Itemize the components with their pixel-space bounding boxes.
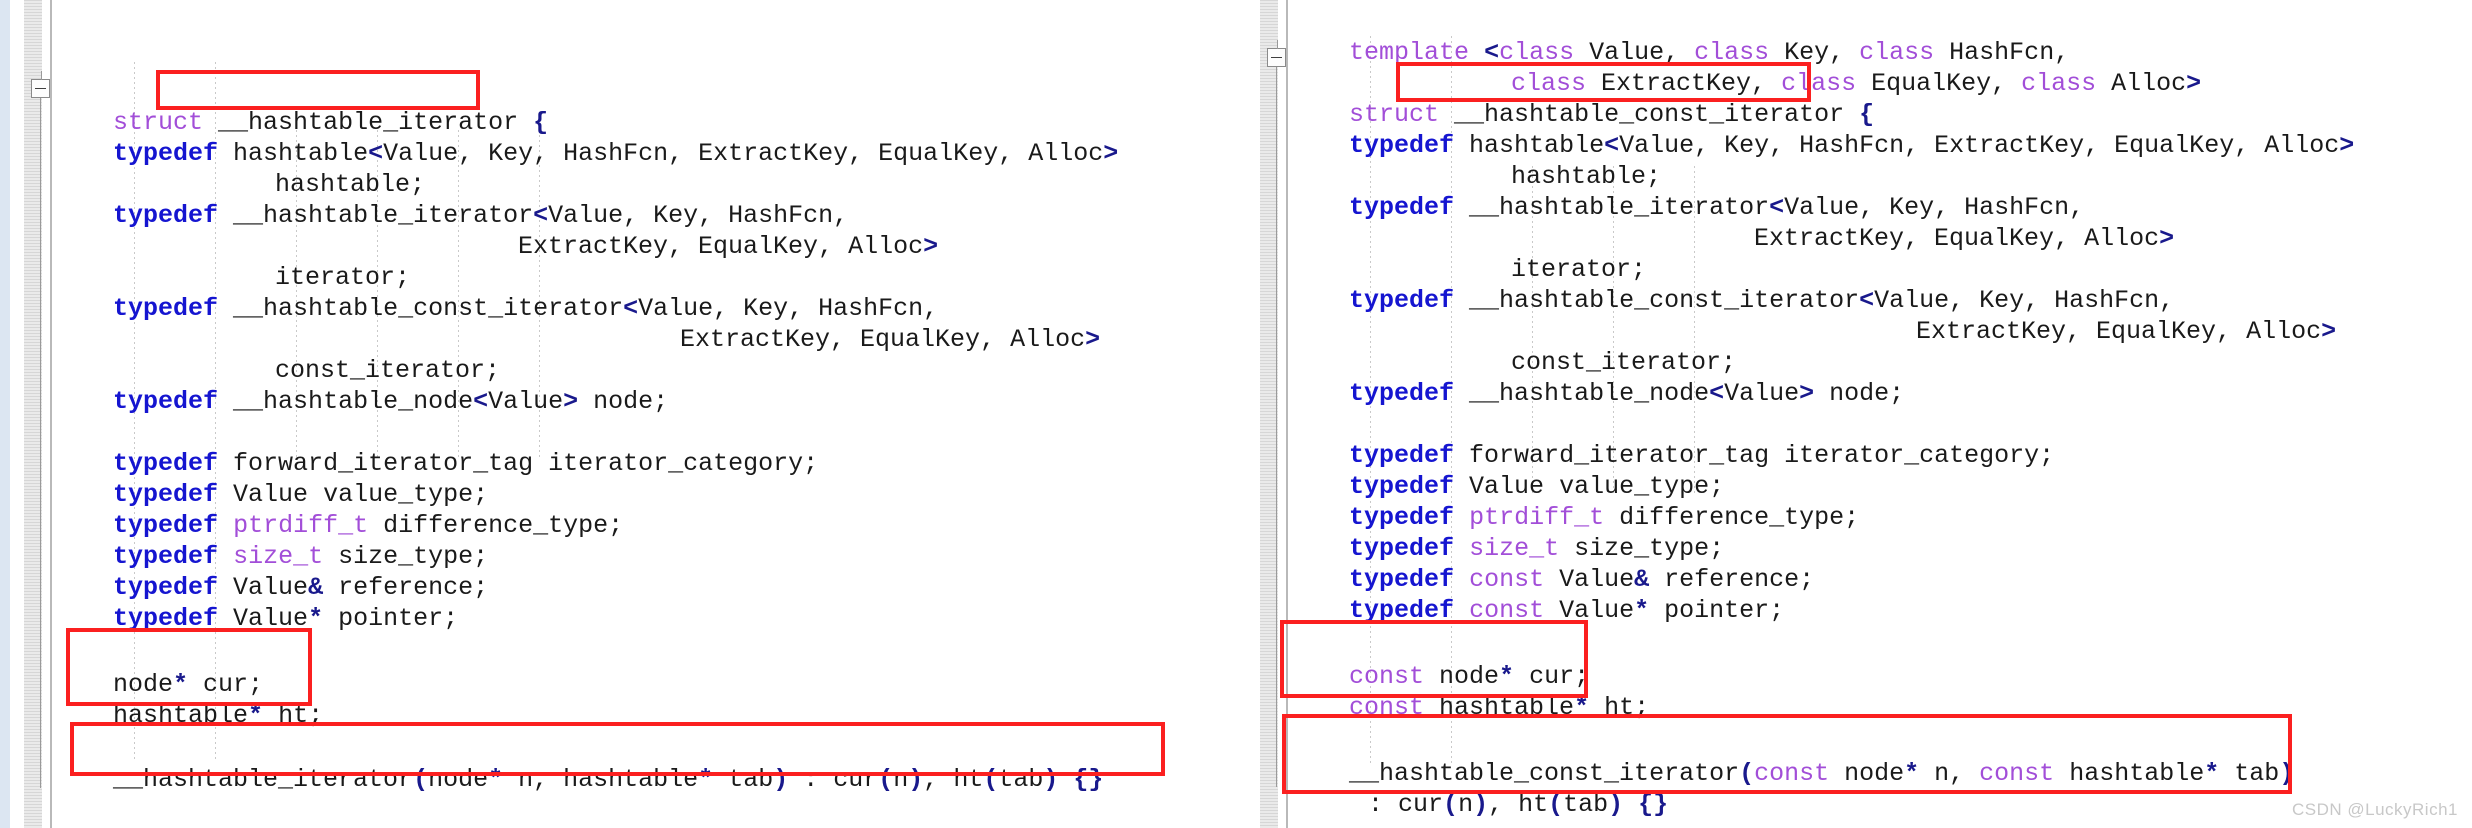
paren: ) bbox=[1608, 790, 1624, 819]
code-text: __hashtable_node bbox=[1454, 379, 1710, 408]
keyword-class: class bbox=[2021, 69, 2097, 98]
annotation-box-struct-name bbox=[1396, 62, 1811, 102]
left-selection-margin bbox=[0, 0, 10, 828]
code-fold-toggle[interactable] bbox=[1267, 40, 1286, 67]
paren: ( bbox=[1443, 790, 1459, 819]
code-text: Value bbox=[1724, 379, 1800, 408]
annotation-box-members bbox=[66, 628, 312, 706]
code-text: ExtractKey, EqualKey, Alloc bbox=[680, 325, 1086, 354]
code-line: ExtractKey, EqualKey, Alloc> bbox=[620, 293, 1100, 386]
code-text: Value bbox=[488, 387, 564, 416]
code-text: ExtractKey, EqualKey, Alloc bbox=[1916, 317, 2322, 346]
code-text: Alloc bbox=[2096, 69, 2187, 98]
left-gutter-rail bbox=[50, 0, 52, 828]
annotation-box-constructor bbox=[1282, 714, 2292, 794]
code-text: Value, Key, HashFcn, ExtractKey, EqualKe… bbox=[383, 139, 1104, 168]
code-text: tab bbox=[1563, 790, 1609, 819]
paren: ( bbox=[1548, 790, 1564, 819]
angle-close: > bbox=[1799, 379, 1815, 408]
left-gutter bbox=[24, 0, 54, 828]
keyword-typedef: typedef bbox=[113, 139, 219, 168]
angle-close: > bbox=[2159, 224, 2175, 253]
code-text: pointer; bbox=[323, 604, 459, 633]
code-text: __hashtable_node bbox=[218, 387, 474, 416]
code-text: cur bbox=[1398, 790, 1444, 819]
code-text: ht bbox=[1518, 790, 1549, 819]
code-fold-toggle[interactable] bbox=[31, 71, 50, 98]
left-code-panel[interactable]: class ExtractKey, class EqualKey, class … bbox=[0, 0, 1236, 828]
code-text: __hashtable_const_iterator bbox=[1454, 286, 1860, 315]
keyword-typedef: typedef bbox=[113, 201, 219, 230]
fold-tail bbox=[40, 98, 41, 788]
angle-close: > bbox=[923, 232, 939, 261]
code-text: pointer; bbox=[1649, 596, 1785, 625]
angle-open: < bbox=[473, 387, 489, 416]
init-colon: : bbox=[1368, 790, 1399, 819]
keyword-typedef: typedef bbox=[113, 387, 219, 416]
code-text: node; bbox=[578, 387, 669, 416]
angle-close: > bbox=[2186, 69, 2202, 98]
empty-body-braces: {} bbox=[1623, 790, 1669, 819]
right-code-panel[interactable]: template <class Value, class Key, class … bbox=[1236, 0, 2472, 828]
code-text: ExtractKey, EqualKey, Alloc bbox=[518, 232, 924, 261]
code-text: n bbox=[1458, 790, 1474, 819]
angle-close: > bbox=[1103, 139, 1119, 168]
code-text: ExtractKey, EqualKey, Alloc bbox=[1754, 224, 2160, 253]
keyword-typedef: typedef bbox=[1349, 131, 1455, 160]
angle-close: > bbox=[2339, 131, 2355, 160]
annotation-box-struct-name bbox=[156, 70, 480, 110]
code-text: __hashtable_const_iterator bbox=[218, 294, 624, 323]
code-line-template-tail: class ExtractKey, class EqualKey, class … bbox=[215, 22, 965, 42]
asterisk: * bbox=[1634, 596, 1650, 625]
code-line: ExtractKey, EqualKey, Alloc> bbox=[1856, 285, 2336, 378]
keyword-typedef: typedef bbox=[1349, 193, 1455, 222]
right-gutter bbox=[1260, 0, 1290, 828]
code-text: node; bbox=[1814, 379, 1905, 408]
annotation-box-members bbox=[1280, 620, 1588, 698]
annotation-box-constructor bbox=[70, 722, 1165, 776]
code-text: EqualKey, bbox=[1856, 69, 2022, 98]
code-text: , bbox=[1488, 790, 1519, 819]
angle-open: < bbox=[1709, 379, 1725, 408]
angle-close: > bbox=[563, 387, 579, 416]
angle-close: > bbox=[2321, 317, 2337, 346]
angle-close: > bbox=[1085, 325, 1101, 354]
keyword-typedef: typedef bbox=[1349, 286, 1455, 315]
fold-tail bbox=[1276, 67, 1277, 787]
csdn-watermark: CSDN @LuckyRich1 bbox=[2291, 800, 2458, 819]
keyword-typedef: typedef bbox=[1349, 379, 1455, 408]
keyword-typedef: typedef bbox=[113, 294, 219, 323]
right-gutter-rail bbox=[1286, 0, 1288, 828]
paren: ) bbox=[1473, 790, 1489, 819]
code-text: Value, Key, HashFcn, ExtractKey, EqualKe… bbox=[1619, 131, 2340, 160]
